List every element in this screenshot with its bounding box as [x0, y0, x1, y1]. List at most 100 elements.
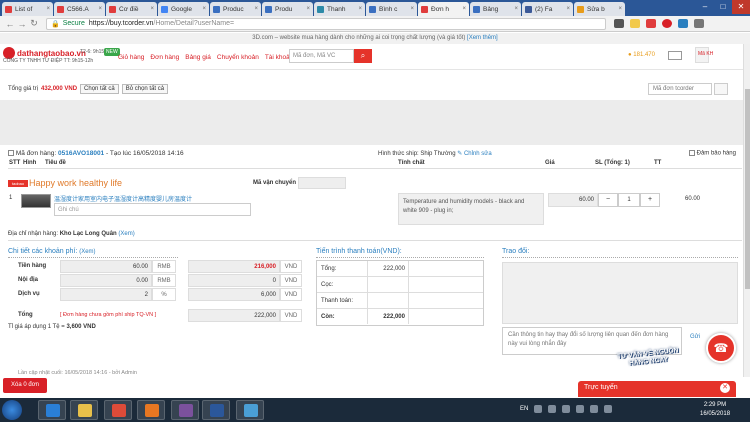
- browser-tab[interactable]: (2) Fa ×: [522, 2, 573, 16]
- vnd-value: 216,000: [188, 260, 280, 273]
- discussion-title: Trao đổi:: [502, 248, 530, 255]
- url-input[interactable]: 🔒 Secure https://buy.tcorder.vn/Home/Det…: [46, 17, 606, 30]
- chat-close-icon[interactable]: ✕: [720, 383, 730, 393]
- tab-close-icon[interactable]: ×: [358, 6, 362, 12]
- tab-close-icon[interactable]: ×: [150, 6, 154, 12]
- tab-close-icon[interactable]: ×: [618, 6, 622, 12]
- browser-tab[interactable]: List of ×: [2, 2, 53, 16]
- tray-icon[interactable]: [576, 405, 585, 413]
- vnd-unit: VND: [280, 288, 302, 301]
- clock[interactable]: 2:29 PM 16/05/2018: [700, 401, 730, 419]
- product-image[interactable]: [21, 194, 51, 208]
- close-window-button[interactable]: ✕: [732, 0, 750, 14]
- taskbar-app-viber[interactable]: [171, 400, 199, 420]
- menu-cart[interactable]: Giỏ hàng: [118, 54, 144, 61]
- mail-icon[interactable]: [668, 51, 682, 60]
- tab-close-icon[interactable]: ×: [254, 6, 258, 12]
- quantity-value[interactable]: 1: [618, 193, 640, 207]
- online-chat-bar[interactable]: Trực tuyến ✕: [578, 381, 736, 397]
- viber-icon: [179, 404, 193, 417]
- search-input[interactable]: Mã đơn, Mã VC: [289, 49, 354, 63]
- taskbar-app-media[interactable]: [236, 400, 264, 420]
- edit-shipping-link[interactable]: ✎ Chỉnh sửa: [457, 151, 491, 157]
- order-filter-input[interactable]: Mã đơn tcorder: [648, 83, 712, 95]
- address-link[interactable]: (Xem): [118, 231, 134, 237]
- payment-title: Chi tiết các khoản phí: (Xem): [8, 248, 96, 255]
- maximize-button[interactable]: □: [714, 0, 732, 14]
- order-code[interactable]: 0516AVO18001: [58, 150, 104, 157]
- browser-tab[interactable]: Đơn h ×: [418, 2, 469, 16]
- store-name[interactable]: Happy work healthy life: [29, 178, 122, 188]
- browser-tab[interactable]: Produ ×: [262, 2, 313, 16]
- browser-tab[interactable]: C566.A ×: [54, 2, 105, 16]
- rmb-unit: RMB: [152, 274, 176, 287]
- key-icon[interactable]: [614, 19, 624, 28]
- tab-close-icon[interactable]: ×: [462, 6, 466, 12]
- menu-transfer[interactable]: Chuyển khoản: [217, 54, 259, 61]
- checkbox-order[interactable]: [8, 150, 14, 157]
- increase-button[interactable]: +: [640, 193, 660, 207]
- star-icon[interactable]: [630, 19, 640, 28]
- delete-orders-button[interactable]: Xóa 0 đơn: [3, 378, 47, 393]
- divider: [316, 257, 484, 258]
- extension-icon[interactable]: [646, 19, 656, 28]
- reload-icon[interactable]: ↻: [28, 18, 40, 29]
- tab-close-icon[interactable]: ×: [202, 6, 206, 12]
- tab-close-icon[interactable]: ×: [410, 6, 414, 12]
- insurance-checkbox[interactable]: Đảm bảo hàng: [688, 150, 736, 157]
- user-label[interactable]: Mã KH: [698, 51, 713, 57]
- progress-label: Cọc:: [321, 282, 334, 288]
- tray-icon[interactable]: [534, 405, 543, 413]
- browser-tab[interactable]: Thanh ×: [314, 2, 365, 16]
- percent-unit: %: [152, 288, 176, 301]
- note-input[interactable]: Ghi chú: [54, 203, 251, 216]
- decrease-button[interactable]: −: [598, 193, 618, 207]
- wallet-balance[interactable]: ● 181.470: [628, 52, 655, 58]
- browser-tab[interactable]: Cơ điề ×: [106, 2, 157, 16]
- tab-close-icon[interactable]: ×: [98, 6, 102, 12]
- tray-icon[interactable]: [562, 405, 571, 413]
- tab-close-icon[interactable]: ×: [514, 6, 518, 12]
- menu-orders[interactable]: Đơn hàng: [150, 54, 179, 61]
- tab-close-icon[interactable]: ×: [566, 6, 570, 12]
- taskbar-app-chrome[interactable]: [104, 400, 132, 420]
- taskbar-app-ie[interactable]: [38, 400, 66, 420]
- browser-tab[interactable]: Produc ×: [210, 2, 261, 16]
- language-indicator[interactable]: EN: [520, 406, 528, 412]
- forward-icon[interactable]: →: [16, 19, 28, 29]
- deselect-all-button[interactable]: Bỏ chọn tất cả: [121, 84, 169, 94]
- page-scrollbar[interactable]: [743, 44, 750, 377]
- progress-row: Thanh toán:: [317, 293, 483, 309]
- taskbar-app-office[interactable]: [137, 400, 165, 420]
- browser-tab[interactable]: Google ×: [158, 2, 209, 16]
- payment-view-link[interactable]: (Xem): [79, 249, 95, 255]
- filter-button[interactable]: [714, 83, 728, 95]
- favicon-icon: [109, 5, 116, 13]
- tray-icon[interactable]: [548, 405, 557, 413]
- browser-tab[interactable]: Sửa b ×: [574, 2, 625, 16]
- product-title[interactable]: 温湿度计家用室内电子温湿度计高精度婴儿房温度计: [54, 194, 244, 203]
- select-all-button[interactable]: Chọn tất cả: [80, 84, 119, 94]
- extension-blue-icon[interactable]: [678, 19, 688, 28]
- browser-tab[interactable]: Bảng ×: [470, 2, 521, 16]
- minimize-button[interactable]: –: [696, 0, 714, 14]
- network-icon[interactable]: [590, 405, 599, 413]
- abp-icon[interactable]: [662, 19, 672, 28]
- tab-close-icon[interactable]: ×: [46, 6, 50, 12]
- menu-icon[interactable]: [694, 19, 704, 28]
- notice-bar: 3D.com – website mua hàng dành cho những…: [0, 33, 750, 44]
- volume-icon[interactable]: [604, 405, 613, 413]
- headset-icon[interactable]: ☎: [706, 333, 736, 363]
- scrollbar-thumb[interactable]: [745, 89, 750, 289]
- taskbar-app-explorer[interactable]: [70, 400, 98, 420]
- tab-close-icon[interactable]: ×: [306, 6, 310, 12]
- notice-link[interactable]: [Xem thêm]: [467, 35, 498, 41]
- rmb-value: 0.00: [60, 274, 152, 287]
- taskbar-app-word[interactable]: [202, 400, 230, 420]
- search-button[interactable]: ⌕: [354, 49, 372, 63]
- send-button[interactable]: Gửi: [690, 334, 700, 340]
- start-button[interactable]: [2, 400, 22, 420]
- menu-pricing[interactable]: Bảng giá: [185, 54, 211, 61]
- browser-tab[interactable]: Bình c ×: [366, 2, 417, 16]
- back-icon[interactable]: ←: [4, 19, 16, 29]
